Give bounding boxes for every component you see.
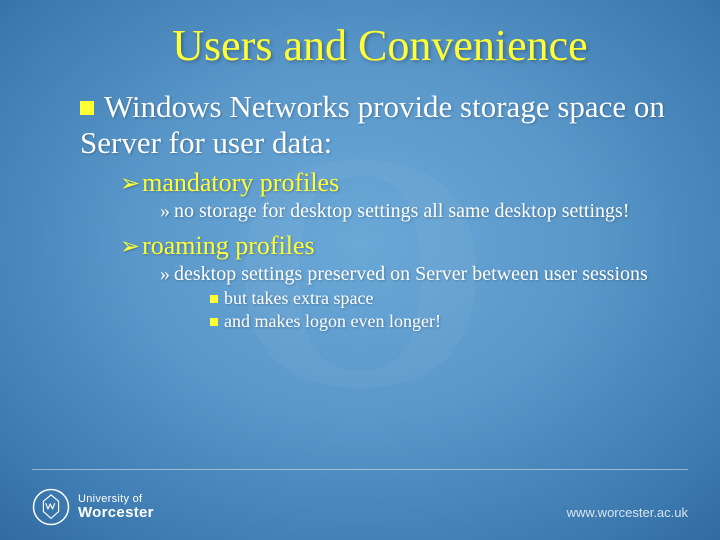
bullet-level2-roaming: ➢roaming profiles — [120, 231, 680, 261]
uni-line1: University of — [78, 493, 154, 505]
footer: University of Worcester www.worcester.ac… — [32, 472, 688, 526]
raquo-icon: » — [160, 263, 170, 285]
bullet-level3-roaming-detail: »desktop settings preserved on Server be… — [160, 263, 650, 286]
arrow-icon: ➢ — [120, 170, 140, 197]
square-bullet-icon — [80, 101, 94, 115]
university-name: University of Worcester — [78, 493, 154, 522]
square-bullet-icon — [210, 318, 218, 326]
footer-divider — [32, 469, 688, 470]
bullet-level3-mandatory-detail: »no storage for desktop settings all sam… — [160, 200, 650, 223]
bullet1-text: Windows Networks provide storage space o… — [80, 89, 665, 160]
sub1-text: mandatory profiles — [142, 168, 339, 197]
sub1-detail-text: no storage for desktop settings all same… — [174, 200, 629, 222]
crest-icon — [32, 488, 70, 526]
university-logo: University of Worcester — [32, 488, 154, 526]
raquo-icon: » — [160, 200, 170, 222]
sub2-text: roaming profiles — [142, 231, 315, 260]
slide-title: Users and Convenience — [80, 20, 680, 71]
uni-line2: Worcester — [78, 505, 154, 522]
bullet-level2-mandatory: ➢mandatory profiles — [120, 168, 680, 198]
sub2-note1-text: but takes extra space — [224, 288, 373, 308]
bullet-level4-note1: but takes extra space — [210, 288, 680, 309]
bullet-level4-note2: and makes logon even longer! — [210, 311, 680, 332]
footer-url: www.worcester.ac.uk — [567, 505, 688, 526]
sub2-detail-text: desktop settings preserved on Server bet… — [174, 263, 648, 285]
sub2-note2-text: and makes logon even longer! — [224, 311, 441, 331]
square-bullet-icon — [210, 295, 218, 303]
arrow-icon: ➢ — [120, 233, 140, 260]
slide-container: Users and Convenience Windows Networks p… — [0, 0, 720, 540]
bullet-level1: Windows Networks provide storage space o… — [80, 89, 680, 160]
